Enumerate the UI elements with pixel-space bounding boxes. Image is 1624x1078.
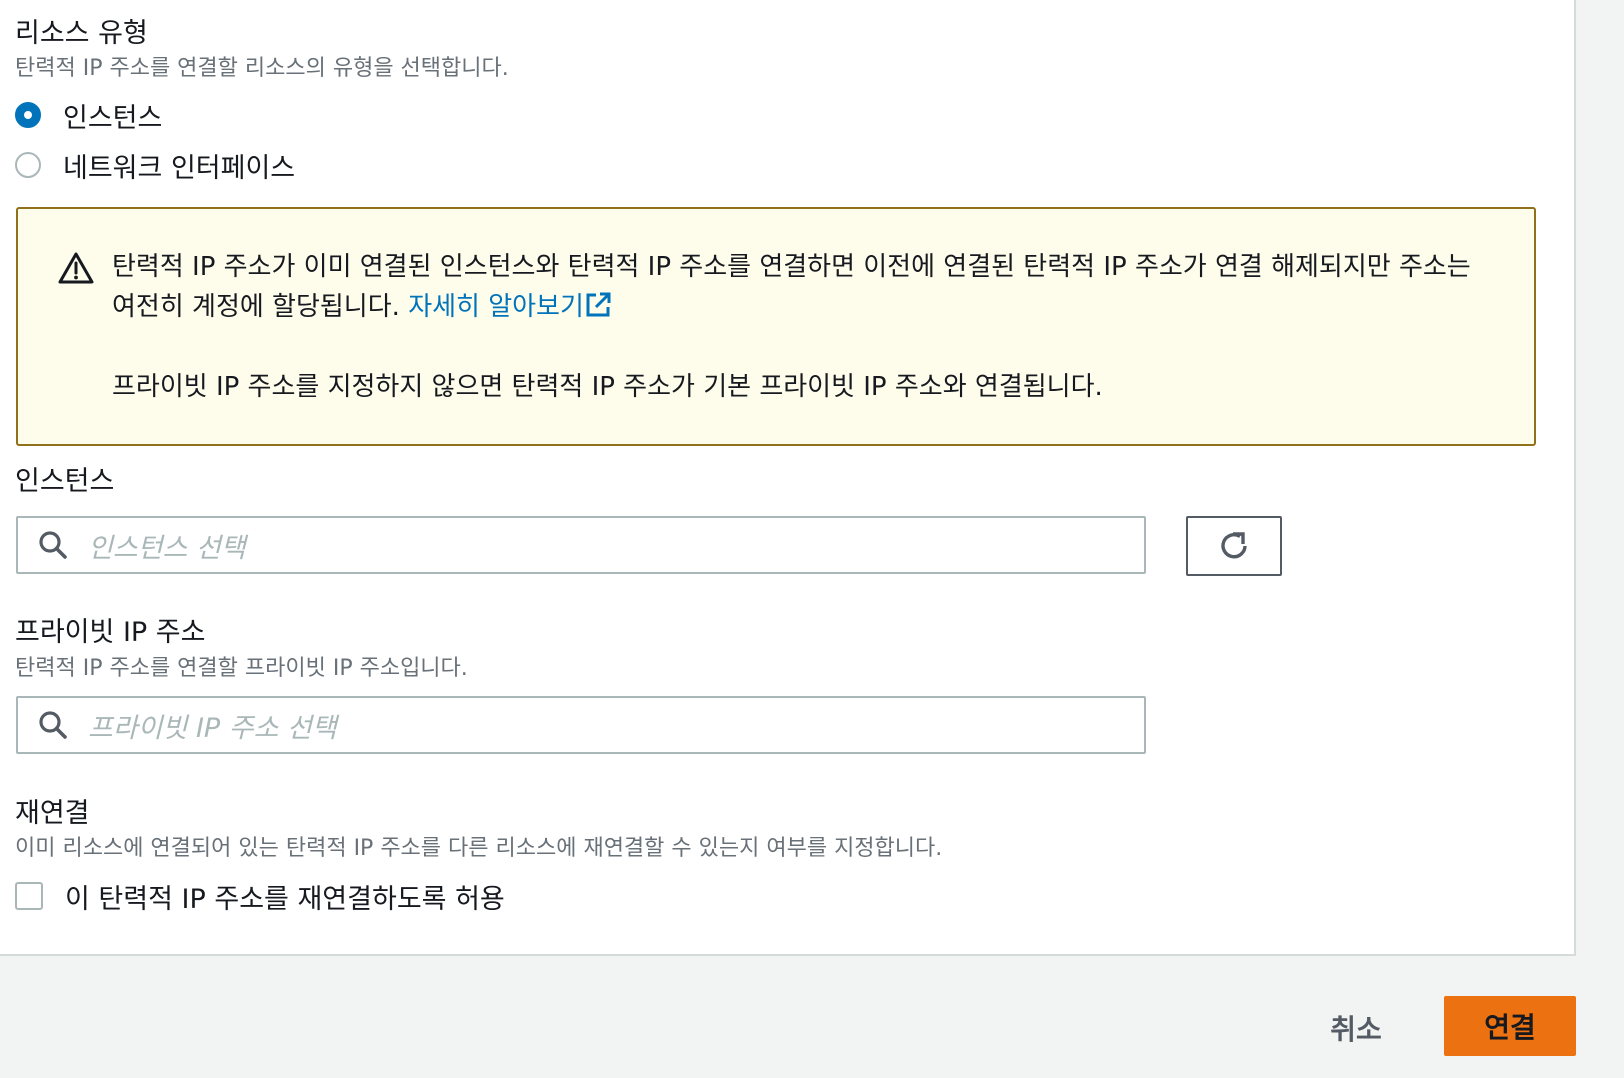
- allow-reassociation-option[interactable]: 이 탄력적 IP 주소를 재연결하도록 허용: [15, 880, 505, 915]
- external-link-icon[interactable]: [584, 291, 612, 319]
- associate-button[interactable]: 연결: [1444, 996, 1576, 1056]
- private-ip-label: 프라이빗 IP 주소: [15, 617, 206, 648]
- alert-paragraph-2: 프라이빗 IP 주소를 지정하지 않으면 탄력적 IP 주소가 기본 프라이빗 …: [112, 372, 1103, 402]
- instance-select[interactable]: 인스턴스 선택: [16, 516, 1146, 574]
- search-icon: [39, 531, 67, 559]
- reassociation-description: 이미 리소스에 연결되어 있는 탄력적 IP 주소를 다른 리소스에 재연결할 …: [15, 836, 943, 861]
- alert-message: 탄력적 IP 주소가 이미 연결된 인스턴스와 탄력적 IP 주소를 연결하면 …: [112, 252, 1471, 322]
- instance-select-placeholder: 인스턴스 선택: [88, 532, 246, 564]
- instance-label: 인스턴스: [15, 466, 115, 497]
- private-ip-description: 탄력적 IP 주소를 연결할 프라이빗 IP 주소입니다.: [15, 656, 468, 681]
- learn-more-link[interactable]: 자세히 알아보기: [408, 292, 612, 322]
- alert-content: 탄력적 IP 주소가 이미 연결된 인스턴스와 탄력적 IP 주소를 연결하면 …: [112, 247, 1502, 407]
- radio-option-label: 네트워크 인터페이스: [63, 152, 296, 184]
- radio-option-label: 인스턴스: [63, 102, 163, 134]
- radio-button-checked[interactable]: [15, 102, 41, 128]
- refresh-button[interactable]: [1186, 516, 1282, 576]
- warning-alert: 탄력적 IP 주소가 이미 연결된 인스턴스와 탄력적 IP 주소를 연결하면 …: [16, 207, 1536, 446]
- allow-reassociation-checkbox[interactable]: [15, 882, 43, 910]
- resource-type-label: 리소스 유형: [15, 18, 148, 49]
- alert-paragraph-1: 탄력적 IP 주소가 이미 연결된 인스턴스와 탄력적 IP 주소를 연결하면 …: [112, 247, 1502, 327]
- radio-option-instance[interactable]: 인스턴스: [15, 99, 162, 134]
- private-ip-select[interactable]: 프라이빗 IP 주소 선택: [16, 696, 1146, 754]
- private-ip-select-placeholder: 프라이빗 IP 주소 선택: [88, 712, 337, 744]
- learn-more-label[interactable]: 자세히 알아보기: [408, 292, 584, 322]
- resource-type-description: 탄력적 IP 주소를 연결할 리소스의 유형을 선택합니다.: [15, 56, 509, 81]
- form-panel: 리소스 유형 탄력적 IP 주소를 연결할 리소스의 유형을 선택합니다. 인스…: [0, 0, 1576, 956]
- allow-reassociation-label: 이 탄력적 IP 주소를 재연결하도록 허용: [65, 883, 505, 915]
- radio-option-network-interface[interactable]: 네트워크 인터페이스: [15, 149, 295, 184]
- cancel-button[interactable]: 취소: [1314, 998, 1398, 1058]
- refresh-icon: [1221, 532, 1247, 559]
- reassociation-label: 재연결: [15, 798, 90, 829]
- warning-icon: [58, 252, 94, 284]
- radio-button-unchecked[interactable]: [15, 152, 41, 178]
- search-icon: [39, 711, 67, 739]
